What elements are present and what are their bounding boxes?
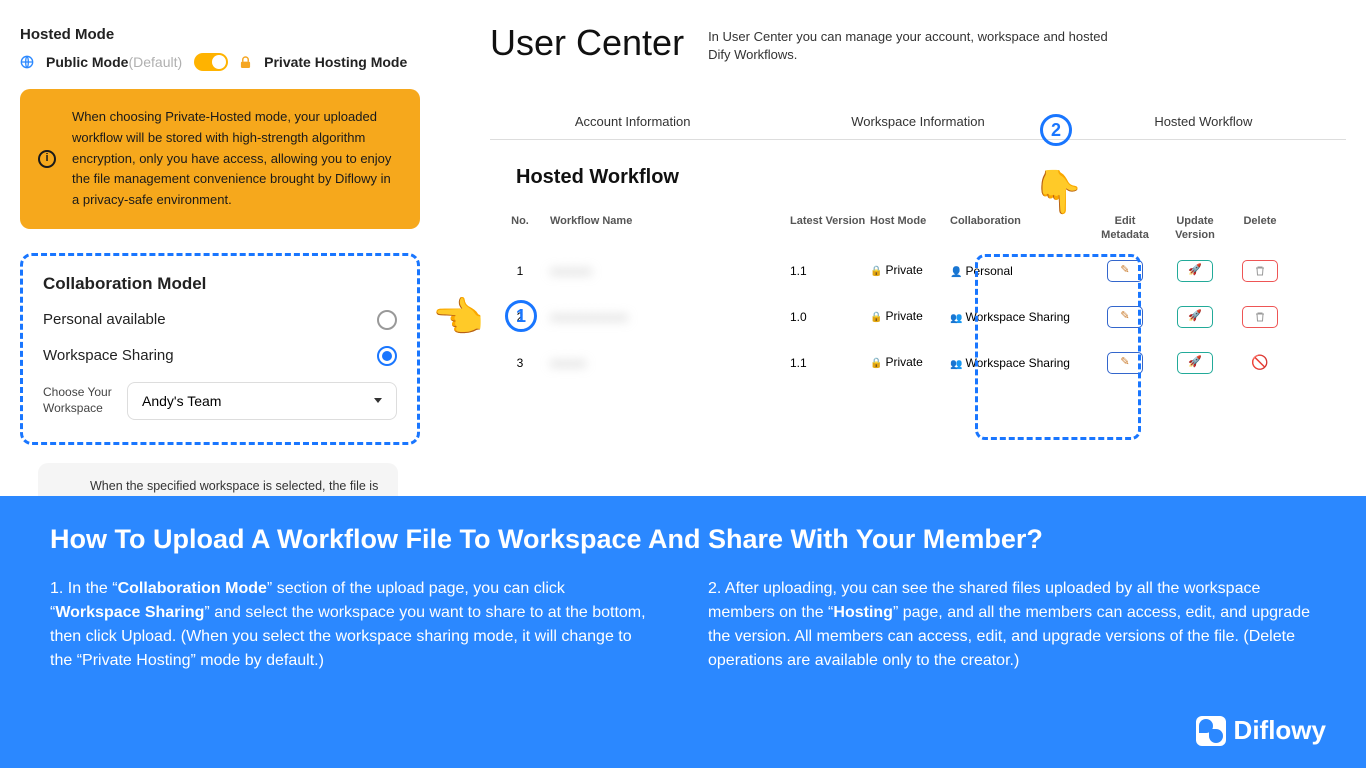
tab-account-info[interactable]: Account Information: [490, 104, 775, 139]
delete-button[interactable]: [1242, 260, 1278, 282]
cell-delete: [1230, 260, 1290, 282]
cell-mode: 🔒Private: [870, 263, 950, 278]
cell-delete: 🚫: [1230, 354, 1290, 371]
public-mode-label[interactable]: Public Mode(Default): [46, 54, 182, 70]
private-info-box: i When choosing Private-Hosted mode, you…: [20, 89, 420, 229]
cell-name: xxxxxxx: [550, 264, 790, 278]
hosted-mode-title: Hosted Mode: [20, 26, 420, 43]
banner-columns: 1. In the “Collaboration Mode” section o…: [50, 577, 1316, 673]
cell-no: 1: [490, 264, 550, 278]
workspace-value: Andy's Team: [142, 393, 221, 409]
th-delete: Delete: [1230, 215, 1290, 241]
delete-button[interactable]: [1242, 306, 1278, 328]
user-center-header: User Center In User Center you can manag…: [490, 22, 1346, 64]
radio-checked-icon: [377, 346, 397, 366]
edit-metadata-button[interactable]: ✎: [1107, 260, 1143, 282]
cell-update: 🚀: [1160, 260, 1230, 282]
cell-collab: 👥Workspace Sharing: [950, 310, 1090, 324]
th-update: Update Version: [1160, 215, 1230, 241]
table-row: 3xxxxxx1.1🔒Private👥Workspace Sharing ✎ 🚀 🚫: [490, 340, 1346, 386]
page-title: User Center: [490, 22, 684, 64]
marker-one: 1: [505, 300, 537, 332]
cell-name: xxxxxxxxxxxxx: [550, 310, 790, 324]
lock-icon: 🔒: [870, 358, 882, 369]
table-header: No. Workflow Name Latest Version Host Mo…: [490, 209, 1346, 247]
mode-row: Public Mode(Default) Private Hosting Mod…: [20, 53, 420, 71]
banner-step-2: 2. After uploading, you can see the shar…: [708, 577, 1316, 673]
update-version-button[interactable]: 🚀: [1177, 352, 1213, 374]
radio-workspace-sharing[interactable]: Workspace Sharing: [43, 346, 397, 366]
lock-icon: 🔒: [870, 266, 882, 277]
private-mode-label[interactable]: Private Hosting Mode: [264, 54, 407, 70]
cell-update: 🚀: [1160, 352, 1230, 374]
choose-workspace-label: Choose Your Workspace: [43, 385, 113, 416]
tabs: Account Information Workspace Informatio…: [490, 104, 1346, 140]
pointing-hand-icon: 👇: [434, 290, 483, 342]
left-panel: Hosted Mode Public Mode(Default) Private…: [20, 26, 420, 547]
right-panel: User Center In User Center you can manag…: [490, 22, 1346, 386]
cell-collab: 👤Personal: [950, 264, 1090, 278]
table-row: 2xxxxxxxxxxxxx1.0🔒Private👥Workspace Shar…: [490, 294, 1346, 340]
lock-icon: [240, 56, 252, 68]
update-version-button[interactable]: 🚀: [1177, 260, 1213, 282]
cell-update: 🚀: [1160, 306, 1230, 328]
collab-title: Collaboration Model: [43, 274, 397, 294]
cell-delete: [1230, 306, 1290, 328]
th-no: No.: [490, 215, 550, 241]
diflowy-logo: Diflowy: [1196, 715, 1326, 746]
cell-version: 1.1: [790, 264, 870, 278]
lock-icon: 🔒: [870, 312, 882, 323]
workspace-select-row: Choose Your Workspace Andy's Team: [43, 382, 397, 420]
cell-edit: ✎: [1090, 352, 1160, 374]
cell-mode: 🔒Private: [870, 355, 950, 370]
cell-edit: ✎: [1090, 260, 1160, 282]
users-icon: 👥: [950, 313, 962, 324]
user-icon: 👤: [950, 267, 962, 278]
cell-name: xxxxxx: [550, 356, 790, 370]
tab-hosted-workflow[interactable]: Hosted Workflow: [1061, 104, 1346, 139]
banner-title: How To Upload A Workflow File To Workspa…: [50, 524, 1316, 555]
cell-no: 3: [490, 356, 550, 370]
th-edit: Edit Metadata: [1090, 215, 1160, 241]
th-mode: Host Mode: [870, 215, 950, 241]
instruction-banner: How To Upload A Workflow File To Workspa…: [0, 496, 1366, 768]
no-delete-icon: 🚫: [1251, 354, 1268, 370]
page-desc: In User Center you can manage your accou…: [708, 28, 1108, 64]
info-icon: i: [38, 150, 56, 168]
cell-version: 1.1: [790, 356, 870, 370]
cell-mode: 🔒Private: [870, 309, 950, 324]
radio-unchecked-icon: [377, 310, 397, 330]
globe-icon: [20, 55, 34, 69]
workflow-table: No. Workflow Name Latest Version Host Mo…: [490, 209, 1346, 385]
hosted-workflow-title: Hosted Workflow: [516, 166, 1346, 189]
pointing-hand-icon: 👇: [1032, 168, 1084, 217]
radio-personal[interactable]: Personal available: [43, 310, 397, 330]
private-info-text: When choosing Private-Hosted mode, your …: [72, 109, 391, 207]
mode-toggle[interactable]: [194, 53, 228, 71]
cell-edit: ✎: [1090, 306, 1160, 328]
logo-mark-icon: [1196, 716, 1226, 746]
workspace-dropdown[interactable]: Andy's Team: [127, 382, 397, 420]
cell-version: 1.0: [790, 310, 870, 324]
th-name: Workflow Name: [550, 215, 790, 241]
th-version: Latest Version: [790, 215, 870, 241]
logo-text: Diflowy: [1234, 715, 1326, 746]
update-version-button[interactable]: 🚀: [1177, 306, 1213, 328]
collaboration-model-box: Collaboration Model Personal available W…: [20, 253, 420, 445]
users-icon: 👥: [950, 359, 962, 370]
marker-two: 2: [1040, 114, 1072, 146]
tab-workspace-info[interactable]: Workspace Information: [775, 104, 1060, 139]
edit-metadata-button[interactable]: ✎: [1107, 352, 1143, 374]
th-collab: Collaboration: [950, 215, 1090, 241]
edit-metadata-button[interactable]: ✎: [1107, 306, 1143, 328]
chevron-down-icon: [374, 398, 382, 403]
table-row: 1xxxxxxx1.1🔒Private👤Personal ✎ 🚀: [490, 248, 1346, 294]
cell-collab: 👥Workspace Sharing: [950, 356, 1090, 370]
banner-step-1: 1. In the “Collaboration Mode” section o…: [50, 577, 658, 673]
